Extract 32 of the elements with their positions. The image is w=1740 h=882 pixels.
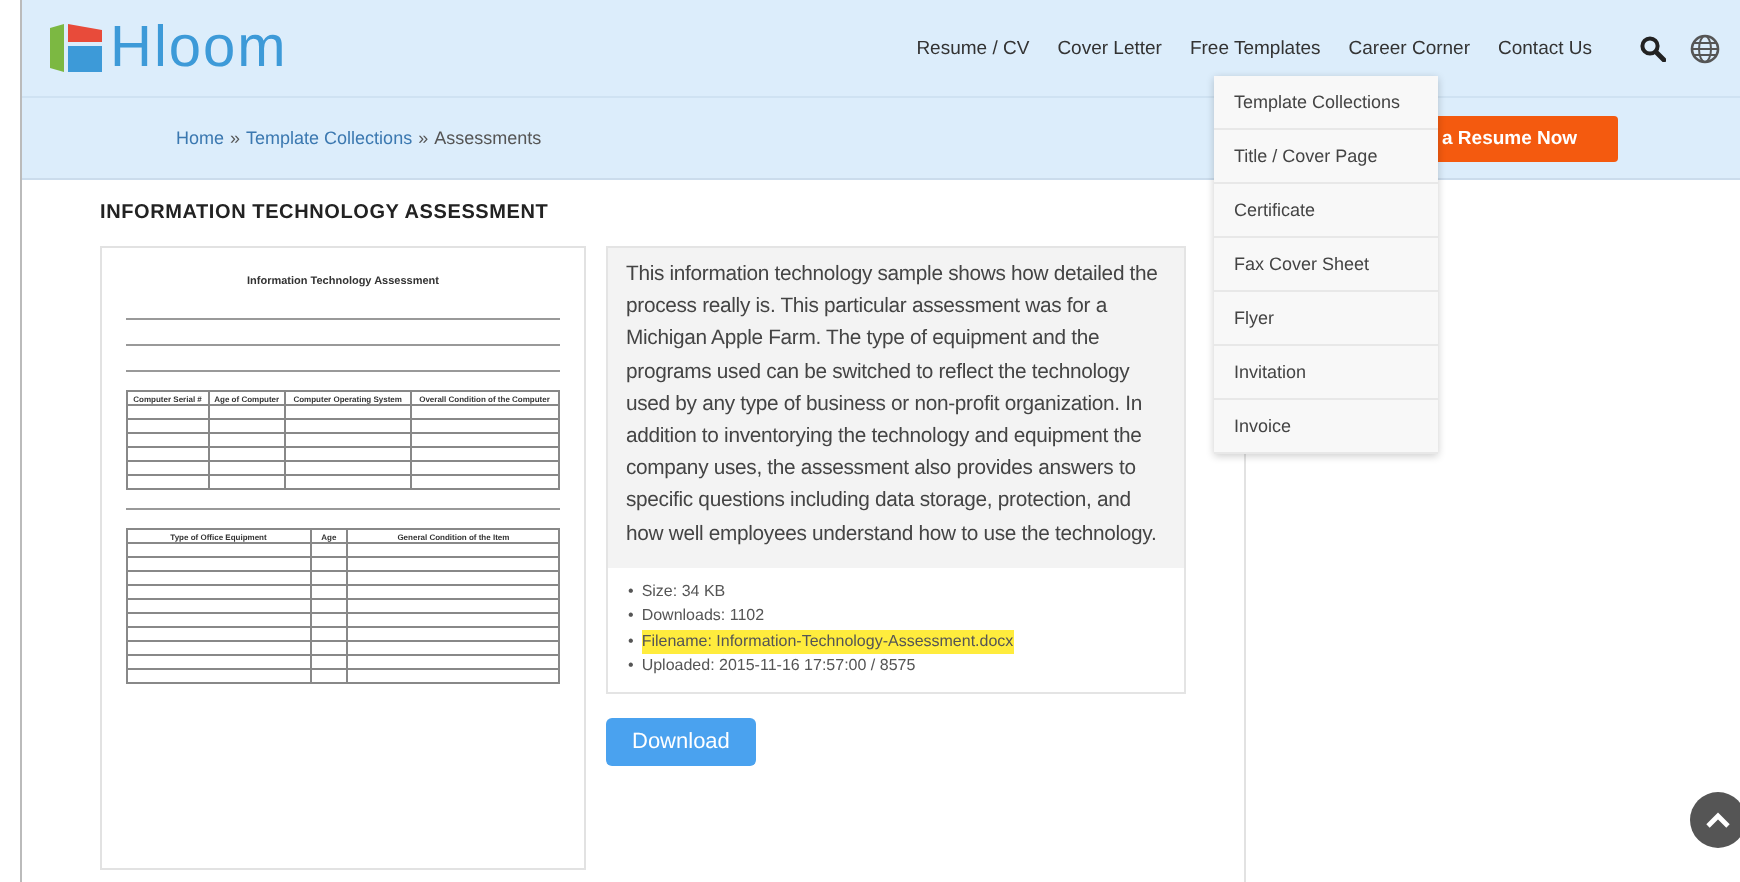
chevron-up-icon	[1706, 812, 1730, 828]
bullet-mark: •	[628, 654, 634, 679]
bullet-mark: •	[628, 629, 634, 654]
breadcrumb-text: »	[230, 128, 241, 148]
breadcrumb-text: Assessments	[434, 128, 542, 148]
logo-icon	[50, 24, 102, 72]
breadcrumb-link[interactable]: Home	[176, 128, 225, 148]
detail-text: Size: 34 KB	[641, 579, 726, 604]
globe-icon[interactable]	[1690, 33, 1720, 63]
detail-text: Uploaded: 2015-11-16 17:57:00 / 8575	[641, 654, 916, 679]
nav-link[interactable]: Free Templates	[1189, 37, 1321, 59]
menu-item[interactable]: Certificate	[1214, 184, 1438, 238]
breadcrumb-link[interactable]: Template Collections	[246, 128, 413, 148]
description-text: This information technology sample shows how detailed the process really is. This particular assessment was for a Michigan Apple Farm. The type of equipment and the programs used can be switched to reflect the technology used by any type of business or non-profit organization. In addition to inventorying the technology and equipment the company uses, the assessment also provides answers to specific questions including data storage, protection, and how well employees understand how to use the technology.	[608, 248, 1184, 568]
menu-item[interactable]: Fax Cover Sheet	[1214, 238, 1438, 292]
nav-link[interactable]: Contact Us	[1498, 37, 1592, 59]
nav-link[interactable]: Cover Letter	[1057, 37, 1162, 59]
page-title: INFORMATION TECHNOLOGY ASSESSMENT	[100, 202, 551, 224]
menu-item[interactable]: Template Collections	[1214, 76, 1438, 130]
scroll-top-button[interactable]	[1690, 792, 1740, 848]
nav-link[interactable]: Resume / CV	[916, 37, 1030, 59]
breadcrumb-text: »	[418, 128, 429, 148]
bullet-mark: •	[628, 604, 634, 629]
menu-item[interactable]: Title / Cover Page	[1214, 130, 1438, 184]
menu-item[interactable]: Invitation	[1214, 346, 1438, 400]
menu-item[interactable]: Flyer	[1214, 292, 1438, 346]
nav-link[interactable]: Career Corner	[1348, 37, 1470, 59]
search-icon[interactable]	[1640, 35, 1666, 61]
menu-item[interactable]: Invoice	[1214, 400, 1438, 454]
highlighted-text: Filename: Information-Technology-Assessment.docx	[641, 629, 1014, 655]
bullet-mark: •	[628, 579, 634, 604]
detail-text: Downloads: 1102	[641, 604, 765, 629]
